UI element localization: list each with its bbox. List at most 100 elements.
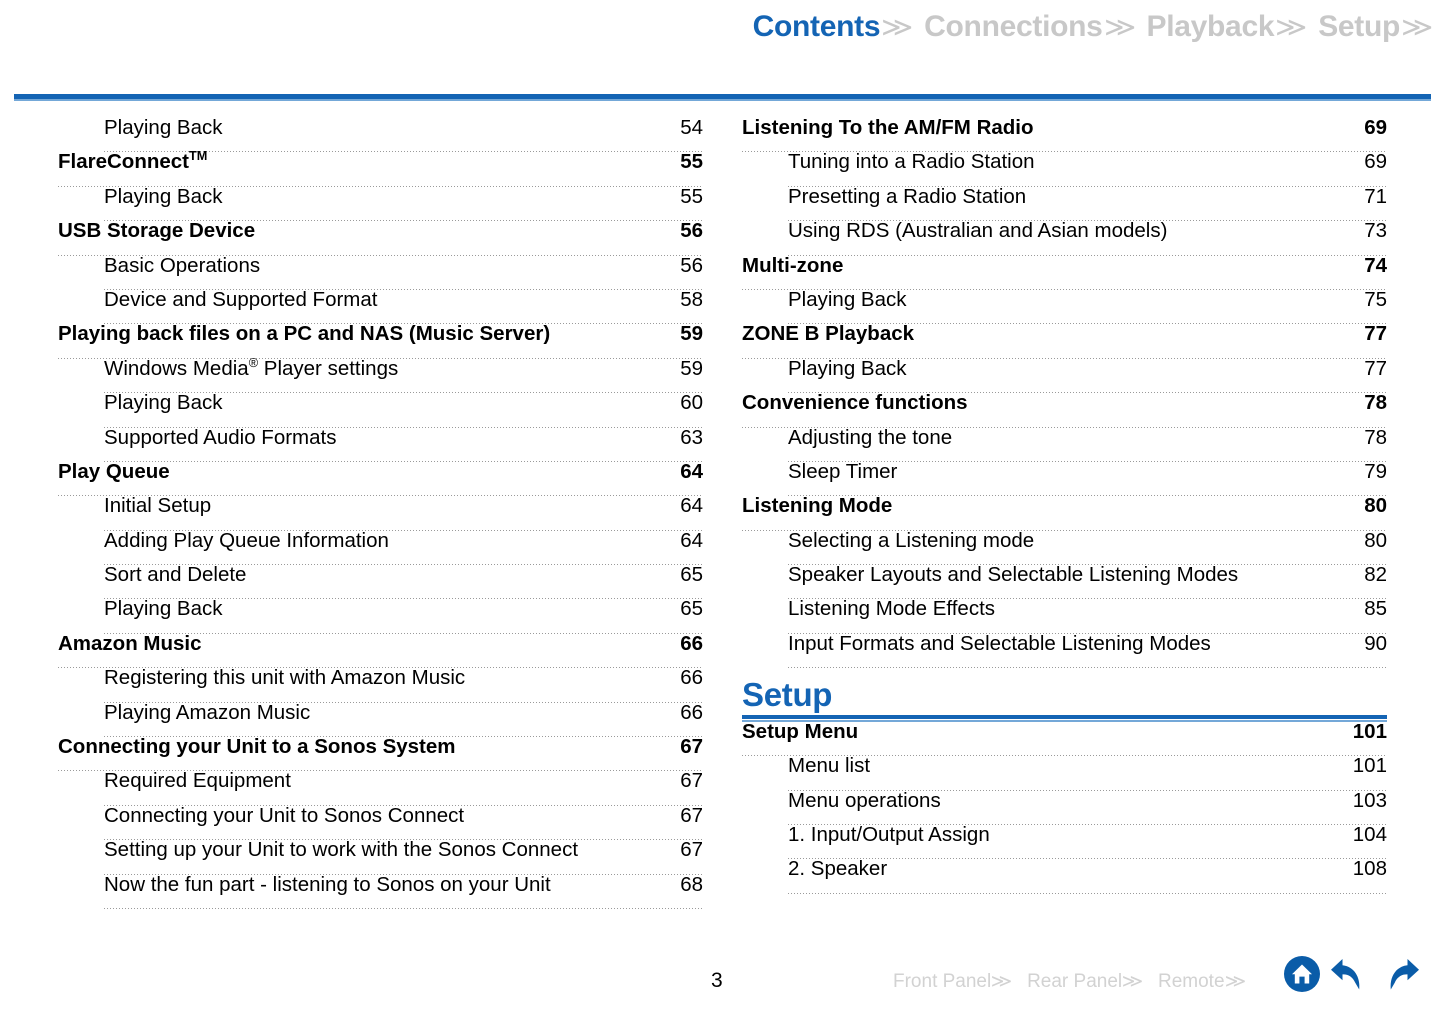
toc-entry-title: Menu list bbox=[788, 754, 871, 778]
toc-row[interactable]: Playing Amazon Music 66 bbox=[58, 700, 703, 738]
toc-row[interactable]: Connecting your Unit to Sonos Connect 67 bbox=[58, 805, 703, 841]
toc-row[interactable]: Registering this unit with Amazon Music 6… bbox=[58, 666, 703, 704]
toc-entry-page: 66 bbox=[680, 700, 703, 724]
chevron-right-icon: ≫ bbox=[881, 12, 914, 42]
toc-entry-title: Play Queue bbox=[58, 459, 170, 483]
toc-row[interactable]: Using RDS (Australian and Asian models) 7… bbox=[742, 219, 1387, 256]
toc-row[interactable]: Input Formats and Selectable Listening M… bbox=[742, 633, 1387, 669]
footer-link-front-panel[interactable]: Front Panel ≫ bbox=[893, 971, 1013, 993]
toc-entry-title: Selecting a Listening mode bbox=[788, 528, 1035, 552]
toc-entry-title: Playing Back bbox=[104, 391, 223, 415]
toc-entry-page: 78 bbox=[1364, 391, 1387, 415]
header-divider bbox=[14, 94, 1431, 101]
nav-tab-setup[interactable]: Setup ≫ bbox=[1318, 10, 1433, 44]
toc-entry-page: 63 bbox=[680, 425, 703, 449]
toc-row[interactable]: Playing Back 77 bbox=[742, 358, 1387, 394]
toc-row[interactable]: Required Equipment 67 bbox=[58, 771, 703, 807]
toc-row[interactable]: Menu list 101 bbox=[742, 754, 1387, 792]
toc-row[interactable]: Listening Mode Effects 85 bbox=[742, 597, 1387, 635]
toc-entry-page: 64 bbox=[680, 459, 703, 483]
home-icon[interactable] bbox=[1283, 955, 1321, 998]
back-arrow-icon[interactable] bbox=[1329, 955, 1371, 998]
toc-entry-title: Speaker Layouts and Selectable Listening… bbox=[788, 563, 1239, 587]
toc-entry-title: Playing Back bbox=[104, 116, 223, 139]
toc-entry-page: 82 bbox=[1364, 563, 1387, 587]
page-number: 3 bbox=[711, 969, 723, 992]
footer-link-remote[interactable]: Remote ≫ bbox=[1158, 971, 1246, 993]
toc-entry-title: Listening Mode Effects bbox=[788, 597, 996, 621]
toc-row[interactable]: Playing Back 54 bbox=[58, 116, 703, 153]
toc-entry-title: 2. Speaker bbox=[788, 857, 888, 881]
toc-row[interactable]: 2. Speaker 108 bbox=[742, 857, 1387, 895]
toc-row[interactable]: Adjusting the tone 78 bbox=[742, 427, 1387, 463]
toc-entry-title: Basic Operations bbox=[104, 253, 261, 277]
toc-row[interactable]: 1. Input/Output Assign 104 bbox=[742, 823, 1387, 860]
chevron-right-icon: ≫ bbox=[990, 971, 1013, 991]
nav-tab-playback-label: Playback bbox=[1146, 10, 1275, 43]
toc-entry-page: 103 bbox=[1352, 788, 1387, 812]
toc-entry-title: Using RDS (Australian and Asian models) bbox=[788, 219, 1168, 243]
toc-row[interactable]: Playing back files on a PC and NAS (Musi… bbox=[58, 324, 703, 360]
toc-entry-title: Setup Menu bbox=[742, 719, 859, 743]
toc-row[interactable]: Sleep Timer 79 bbox=[742, 461, 1387, 497]
toc-row[interactable]: Setting up your Unit to work with the So… bbox=[58, 840, 703, 875]
toc-row[interactable]: Device and Supported Format 58 bbox=[58, 289, 703, 325]
toc-row[interactable]: Tuning into a Radio Station 69 bbox=[742, 150, 1387, 188]
toc-row[interactable]: ZONE B Playback 77 bbox=[742, 322, 1387, 360]
toc-entry-page: 67 bbox=[680, 735, 703, 759]
toc-entry-title: Initial Setup bbox=[104, 494, 212, 518]
toc-entry-page: 54 bbox=[680, 116, 703, 139]
section-heading-label: Setup bbox=[742, 676, 833, 714]
toc-row[interactable]: Sort and Delete 65 bbox=[58, 563, 703, 600]
superscript-mark: ® bbox=[248, 354, 259, 370]
toc-row[interactable]: Listening To the AM/FM Radio 69 bbox=[742, 117, 1387, 153]
nav-tab-playback[interactable]: Playback ≫ bbox=[1147, 10, 1319, 44]
toc-entry-title: Playing Back bbox=[104, 184, 223, 208]
toc-row[interactable]: Menu operations 103 bbox=[742, 788, 1387, 826]
toc-entry-page: 64 bbox=[680, 494, 703, 518]
toc-row[interactable]: Playing Back 65 bbox=[58, 597, 703, 635]
toc-row[interactable]: Selecting a Listening mode 80 bbox=[742, 528, 1387, 566]
toc-entry-title: Registering this unit with Amazon Music bbox=[104, 666, 466, 690]
toc-entry-title: 1. Input/Output Assign bbox=[788, 823, 990, 847]
toc-entry-title: FlareConnectTM bbox=[58, 148, 208, 174]
section-heading-setup: Setup bbox=[742, 678, 1387, 722]
toc-row[interactable]: Windows Media® Player settings 59 bbox=[58, 356, 703, 394]
toc-entry-title: Amazon Music bbox=[58, 631, 202, 655]
toc-row[interactable]: Playing Back 55 bbox=[58, 184, 703, 222]
footer-links: Front Panel ≫ Rear Panel ≫ Remote ≫ bbox=[893, 971, 1246, 993]
nav-tab-connections[interactable]: Connections ≫ bbox=[924, 10, 1146, 44]
toc-row[interactable]: USB Storage Device 56 bbox=[58, 221, 703, 256]
toc-row[interactable]: Multi-zone 74 bbox=[742, 255, 1387, 291]
footer-link-rear-panel[interactable]: Rear Panel ≫ bbox=[1027, 971, 1143, 993]
toc-entry-page: 66 bbox=[680, 666, 703, 690]
toc-row[interactable]: Convenience functions 78 bbox=[742, 391, 1387, 428]
toc-row[interactable]: Supported Audio Formats 63 bbox=[58, 425, 703, 463]
footer-link-rear-panel-label: Rear Panel bbox=[1027, 971, 1123, 992]
toc-row[interactable]: Adding Play Queue Information 64 bbox=[58, 530, 703, 566]
toc-row[interactable]: Amazon Music 66 bbox=[58, 631, 703, 669]
toc-row[interactable]: Setup Menu 101 bbox=[742, 719, 1387, 757]
toc-row[interactable]: FlareConnectTM 55 bbox=[58, 148, 703, 188]
toc-row[interactable]: Play Queue 64 bbox=[58, 459, 703, 497]
toc-entry-page: 69 bbox=[1364, 150, 1387, 174]
toc-row[interactable]: Playing Back 60 bbox=[58, 391, 703, 428]
toc-entry-page: 77 bbox=[1364, 322, 1387, 346]
toc-row[interactable]: Playing Back 75 bbox=[742, 289, 1387, 325]
toc-row[interactable]: Now the fun part - listening to Sonos on… bbox=[58, 874, 703, 910]
toc-row[interactable]: Presetting a Radio Station 71 bbox=[742, 186, 1387, 222]
forward-arrow-icon[interactable] bbox=[1379, 955, 1421, 998]
toc-row[interactable]: Basic Operations 56 bbox=[58, 253, 703, 291]
page-footer: 3 Front Panel ≫ Rear Panel ≫ Remote ≫ bbox=[0, 951, 1445, 1023]
toc-entry-title: Connecting your Unit to a Sonos System bbox=[58, 735, 456, 759]
superscript-mark: TM bbox=[189, 148, 208, 164]
nav-tab-contents[interactable]: Contents ≫ bbox=[753, 10, 925, 44]
toc-entry-title: Playing Back bbox=[104, 597, 223, 621]
toc-entry-page: 80 bbox=[1364, 528, 1387, 552]
toc-entry-title: Sort and Delete bbox=[104, 563, 247, 587]
toc-row[interactable]: Listening Mode 80 bbox=[742, 496, 1387, 532]
footer-icon-group bbox=[1283, 955, 1421, 998]
toc-row[interactable]: Initial Setup 64 bbox=[58, 494, 703, 532]
toc-row[interactable]: Speaker Layouts and Selectable Listening… bbox=[742, 563, 1387, 600]
toc-row[interactable]: Connecting your Unit to a Sonos System 67 bbox=[58, 735, 703, 772]
